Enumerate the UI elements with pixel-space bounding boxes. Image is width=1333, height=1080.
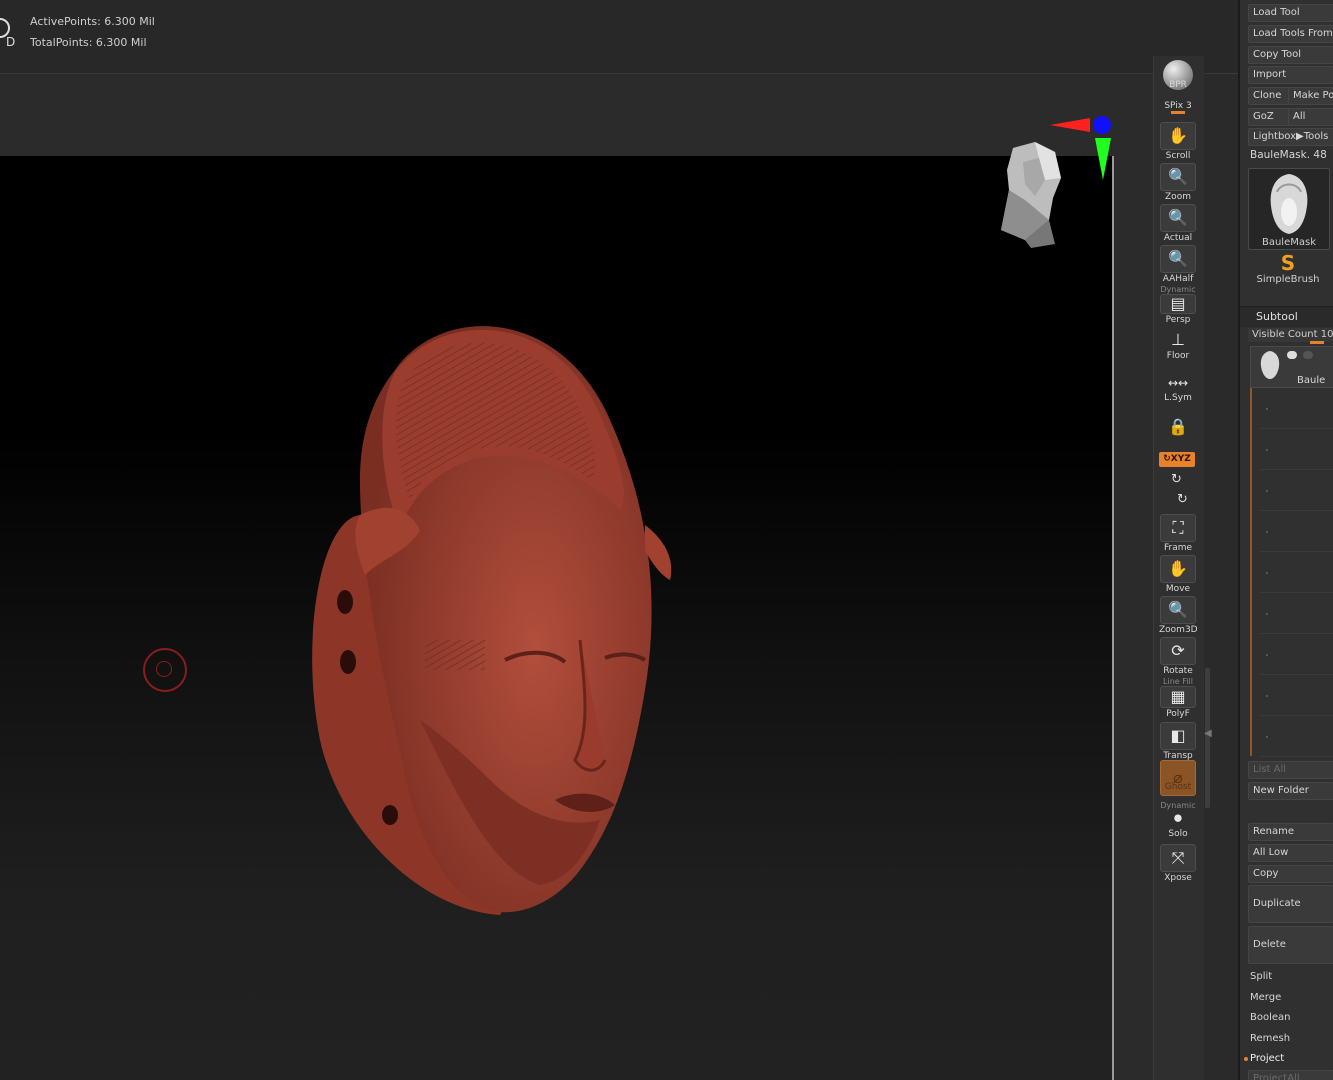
delete-button[interactable]: Delete <box>1248 926 1333 964</box>
right-shelf: BPR SPix 3 ✋ Scroll 🔍 Zoom 🔍 Actual 🔍 AA… <box>1153 56 1204 1080</box>
collapse-arrow-icon[interactable]: ◀ <box>1204 728 1212 739</box>
lock-button[interactable]: 🔒 <box>1159 414 1197 440</box>
current-tool-name: BauleMask. 48 <box>1250 149 1327 161</box>
zoom-button[interactable]: 🔍 Zoom <box>1159 163 1197 202</box>
goz-all-button[interactable]: All <box>1288 108 1333 126</box>
polypaint-toggle-icon[interactable] <box>1303 351 1313 359</box>
goz-button[interactable]: GoZ <box>1248 108 1290 126</box>
lsym-button[interactable]: ↔↔ L.Sym <box>1159 374 1197 403</box>
all-low-button[interactable]: All Low <box>1248 844 1333 862</box>
subtool-header[interactable]: Subtool <box>1240 306 1333 327</box>
polyframe-grid-icon: ▦ <box>1160 686 1196 708</box>
current-tool-thumbnail[interactable]: BauleMask <box>1248 168 1330 250</box>
merge-section[interactable]: Merge <box>1250 992 1281 1003</box>
persp-button[interactable]: Dynamic ▤ Persp <box>1159 286 1197 325</box>
top-info-bar: D ActivePoints: 6.300 Mil TotalPoints: 6… <box>0 0 1238 74</box>
load-tools-from-button[interactable]: Load Tools From <box>1248 25 1333 43</box>
xpose-button[interactable]: ⤧ Xpose <box>1159 844 1197 883</box>
subtool-slot[interactable] <box>1260 716 1333 757</box>
visible-count-slider[interactable]: Visible Count 10 <box>1248 328 1333 344</box>
subtool-slot[interactable] <box>1260 593 1333 634</box>
subtool-slot[interactable] <box>1260 470 1333 511</box>
aahalf-button[interactable]: 🔍 AAHalf <box>1159 245 1197 284</box>
perspective-grid-icon: ▤ <box>1160 294 1196 314</box>
rotate-icon: ⟳ <box>1160 637 1196 665</box>
rotate-button[interactable]: ⟳ Rotate <box>1159 637 1197 676</box>
ghost-button[interactable]: ⌀ Ghost <box>1159 760 1197 796</box>
3d-mode-icon[interactable]: D <box>0 16 20 50</box>
project-all-button[interactable]: ProjectAll <box>1248 1070 1333 1080</box>
rotate-y-icon[interactable]: ↻ <box>1171 472 1182 487</box>
active-section-indicator <box>1244 1057 1248 1061</box>
xpose-icon: ⤧ <box>1160 844 1196 872</box>
frame-button[interactable]: ⛶ Frame <box>1159 514 1197 553</box>
tool-palette: Load Tool Load Tools From Copy Tool Impo… <box>1238 0 1333 1080</box>
zoom3d-icon: 🔍 <box>1160 596 1196 624</box>
brush-cursor <box>143 648 187 692</box>
duplicate-button[interactable]: Duplicate <box>1248 885 1333 923</box>
subtool-slot[interactable] <box>1260 388 1333 429</box>
total-points-readout: TotalPoints: 6.300 Mil <box>30 36 147 49</box>
zoom3d-button[interactable]: 🔍 Zoom3D <box>1159 596 1198 635</box>
rename-button[interactable]: Rename <box>1248 823 1333 841</box>
rotate-xyz-toggle[interactable]: ↻XYZ <box>1159 452 1195 467</box>
lightbox-tools-button[interactable]: Lightbox▶Tools <box>1248 128 1333 146</box>
baule-mask-model[interactable] <box>300 310 680 925</box>
subtool-slot[interactable] <box>1260 552 1333 593</box>
lock-icon: 🔒 <box>1168 417 1188 436</box>
svg-text:D: D <box>6 35 15 49</box>
move-hand-icon: ✋ <box>1160 555 1196 583</box>
solo-button[interactable]: Dynamic ⚫ Solo <box>1159 802 1197 840</box>
transparency-icon: ◧ <box>1160 722 1196 750</box>
visible-count-fill <box>1310 341 1324 344</box>
aahalf-icon: 🔍 <box>1160 245 1196 273</box>
clone-button[interactable]: Clone <box>1248 87 1290 105</box>
polyf-button[interactable]: Line Fill ▦ PolyF <box>1159 678 1197 719</box>
active-points-readout: ActivePoints: 6.300 Mil <box>30 15 155 28</box>
remesh-section[interactable]: Remesh <box>1250 1033 1290 1044</box>
solo-spheres-icon: ⚫ <box>1171 809 1185 828</box>
bpr-button[interactable]: BPR <box>1159 60 1197 90</box>
subtool-thumbnail-icon <box>1260 351 1280 379</box>
spix-slider[interactable]: SPix 3 <box>1159 100 1197 114</box>
navigation-head-icon[interactable] <box>995 140 1070 250</box>
copy-tool-button[interactable]: Copy Tool <box>1248 46 1333 64</box>
visibility-toggle-icon[interactable] <box>1287 351 1297 359</box>
actual-button[interactable]: 🔍 Actual <box>1159 204 1197 243</box>
floor-grid-icon: ⊥ <box>1171 330 1185 349</box>
rotate-z-icon[interactable]: ↻ <box>1177 492 1188 507</box>
frame-icon: ⛶ <box>1160 514 1196 542</box>
scroll-button[interactable]: ✋ Scroll <box>1159 122 1197 161</box>
subtool-slot[interactable] <box>1260 511 1333 552</box>
boolean-section[interactable]: Boolean <box>1250 1012 1291 1023</box>
make-polymesh-button[interactable]: Make Po <box>1288 87 1333 105</box>
import-button[interactable]: Import <box>1248 66 1333 84</box>
copy-button[interactable]: Copy <box>1248 865 1333 883</box>
list-all-button[interactable]: List All <box>1248 761 1333 779</box>
split-section[interactable]: Split <box>1250 971 1272 982</box>
load-tool-button[interactable]: Load Tool <box>1248 4 1333 22</box>
new-folder-button[interactable]: New Folder <box>1248 782 1333 800</box>
subtool-slot[interactable] <box>1260 675 1333 716</box>
project-section[interactable]: Project <box>1250 1053 1284 1064</box>
subtool-item-baule[interactable]: Baule <box>1250 346 1333 388</box>
simplebrush-icon: S <box>1280 251 1296 275</box>
move-button[interactable]: ✋ Move <box>1159 555 1197 594</box>
simple-brush-button[interactable]: S SimpleBrush <box>1248 252 1328 292</box>
actual-size-icon: 🔍 <box>1160 204 1196 232</box>
subtool-slot[interactable] <box>1260 634 1333 675</box>
subtool-slot[interactable] <box>1260 429 1333 470</box>
mask-thumbnail-icon <box>1270 174 1308 234</box>
symmetry-arrows-icon: ↔↔ <box>1167 376 1189 390</box>
magnifier-icon: 🔍 <box>1160 163 1196 191</box>
spix-slider-fill <box>1171 111 1185 114</box>
subtool-list <box>1250 346 1333 757</box>
viewport-edge <box>1112 156 1114 1080</box>
floor-button[interactable]: ⊥ Floor <box>1159 330 1197 361</box>
hand-icon: ✋ <box>1160 122 1196 150</box>
transp-button[interactable]: ◧ Transp <box>1159 722 1197 761</box>
